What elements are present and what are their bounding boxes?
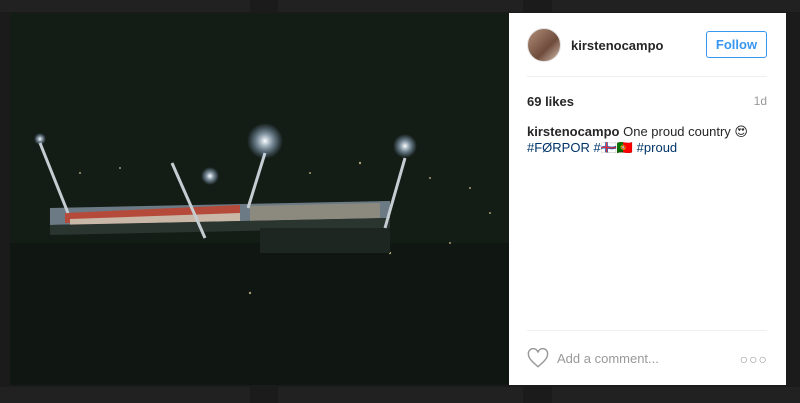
caption-username[interactable]: kirstenocampo [527, 124, 619, 139]
follow-button[interactable]: Follow [706, 31, 767, 58]
post-modal: kirstenocampo Follow 69 likes 1d kirsten… [10, 13, 786, 385]
post-age[interactable]: 1d [754, 94, 767, 108]
caption-hashtags[interactable]: #FØRPOR #🇫🇴🇵🇹 #proud [527, 140, 677, 155]
header-username[interactable]: kirstenocampo [571, 38, 663, 53]
stadium-night-image [10, 13, 509, 385]
comment-row: ○○○ [527, 347, 768, 369]
header-divider [527, 76, 767, 77]
post-photo [10, 13, 509, 385]
caption-text: One proud country 😍 [619, 124, 748, 139]
more-options-icon[interactable]: ○○○ [740, 351, 768, 367]
post-header: kirstenocampo Follow [527, 25, 767, 65]
comment-divider [527, 330, 767, 331]
post-details-panel: kirstenocampo Follow 69 likes 1d kirsten… [509, 13, 786, 385]
avatar[interactable] [527, 28, 561, 62]
likes-count[interactable]: 69 likes [527, 94, 574, 109]
heart-icon[interactable] [527, 348, 549, 368]
caption: kirstenocampo One proud country 😍 #FØRPO… [527, 124, 767, 156]
comment-input[interactable] [557, 350, 737, 366]
